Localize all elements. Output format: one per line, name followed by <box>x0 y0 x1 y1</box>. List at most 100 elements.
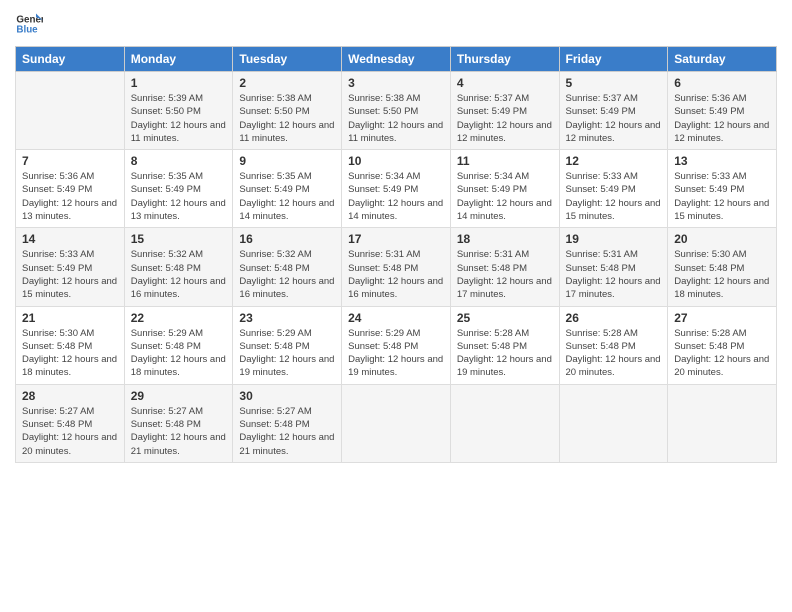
day-info: Sunrise: 5:36 AM Sunset: 5:49 PM Dayligh… <box>674 92 770 145</box>
day-number: 22 <box>131 311 227 325</box>
calendar-cell: 17 Sunrise: 5:31 AM Sunset: 5:48 PM Dayli… <box>342 228 451 306</box>
calendar-header-row: SundayMondayTuesdayWednesdayThursdayFrid… <box>16 47 777 72</box>
day-number: 9 <box>239 154 335 168</box>
header-wednesday: Wednesday <box>342 47 451 72</box>
day-info: Sunrise: 5:32 AM Sunset: 5:48 PM Dayligh… <box>131 248 227 301</box>
calendar-cell <box>342 384 451 462</box>
day-number: 10 <box>348 154 444 168</box>
logo-icon: General Blue <box>15 10 43 38</box>
header-sunday: Sunday <box>16 47 125 72</box>
day-number: 3 <box>348 76 444 90</box>
calendar-cell <box>559 384 668 462</box>
calendar-cell <box>668 384 777 462</box>
day-info: Sunrise: 5:31 AM Sunset: 5:48 PM Dayligh… <box>348 248 444 301</box>
page-header: General Blue <box>15 10 777 38</box>
logo: General Blue <box>15 10 43 38</box>
calendar-cell: 9 Sunrise: 5:35 AM Sunset: 5:49 PM Daylig… <box>233 150 342 228</box>
day-info: Sunrise: 5:27 AM Sunset: 5:48 PM Dayligh… <box>239 405 335 458</box>
calendar-cell: 6 Sunrise: 5:36 AM Sunset: 5:49 PM Daylig… <box>668 72 777 150</box>
day-info: Sunrise: 5:28 AM Sunset: 5:48 PM Dayligh… <box>566 327 662 380</box>
day-info: Sunrise: 5:34 AM Sunset: 5:49 PM Dayligh… <box>457 170 553 223</box>
day-info: Sunrise: 5:37 AM Sunset: 5:49 PM Dayligh… <box>457 92 553 145</box>
calendar-cell: 18 Sunrise: 5:31 AM Sunset: 5:48 PM Dayli… <box>450 228 559 306</box>
day-info: Sunrise: 5:30 AM Sunset: 5:48 PM Dayligh… <box>674 248 770 301</box>
day-number: 27 <box>674 311 770 325</box>
calendar-cell: 12 Sunrise: 5:33 AM Sunset: 5:49 PM Dayli… <box>559 150 668 228</box>
day-info: Sunrise: 5:30 AM Sunset: 5:48 PM Dayligh… <box>22 327 118 380</box>
calendar-cell: 5Sunrise: 5:37 AM Sunset: 5:49 PM Daylig… <box>559 72 668 150</box>
day-number: 30 <box>239 389 335 403</box>
day-number: 17 <box>348 232 444 246</box>
day-number: 25 <box>457 311 553 325</box>
day-info: Sunrise: 5:29 AM Sunset: 5:48 PM Dayligh… <box>239 327 335 380</box>
calendar-cell: 22 Sunrise: 5:29 AM Sunset: 5:48 PM Dayli… <box>124 306 233 384</box>
calendar-cell: 20 Sunrise: 5:30 AM Sunset: 5:48 PM Dayli… <box>668 228 777 306</box>
calendar-week-row: 28 Sunrise: 5:27 AM Sunset: 5:48 PM Dayli… <box>16 384 777 462</box>
day-number: 11 <box>457 154 553 168</box>
calendar-cell: 16 Sunrise: 5:32 AM Sunset: 5:48 PM Dayli… <box>233 228 342 306</box>
day-number: 8 <box>131 154 227 168</box>
calendar-week-row: 1 Sunrise: 5:39 AM Sunset: 5:50 PM Daylig… <box>16 72 777 150</box>
calendar-cell: 25 Sunrise: 5:28 AM Sunset: 5:48 PM Dayli… <box>450 306 559 384</box>
calendar-table: SundayMondayTuesdayWednesdayThursdayFrid… <box>15 46 777 463</box>
day-info: Sunrise: 5:31 AM Sunset: 5:48 PM Dayligh… <box>566 248 662 301</box>
day-number: 2 <box>239 76 335 90</box>
day-number: 19 <box>566 232 662 246</box>
calendar-cell: 30 Sunrise: 5:27 AM Sunset: 5:48 PM Dayli… <box>233 384 342 462</box>
day-number: 13 <box>674 154 770 168</box>
day-info: Sunrise: 5:32 AM Sunset: 5:48 PM Dayligh… <box>239 248 335 301</box>
day-number: 1 <box>131 76 227 90</box>
day-number: 6 <box>674 76 770 90</box>
calendar-cell: 24Sunrise: 5:29 AM Sunset: 5:48 PM Dayli… <box>342 306 451 384</box>
day-number: 24 <box>348 311 444 325</box>
day-info: Sunrise: 5:39 AM Sunset: 5:50 PM Dayligh… <box>131 92 227 145</box>
day-info: Sunrise: 5:28 AM Sunset: 5:48 PM Dayligh… <box>457 327 553 380</box>
day-info: Sunrise: 5:36 AM Sunset: 5:49 PM Dayligh… <box>22 170 118 223</box>
day-info: Sunrise: 5:38 AM Sunset: 5:50 PM Dayligh… <box>348 92 444 145</box>
day-number: 28 <box>22 389 118 403</box>
day-info: Sunrise: 5:29 AM Sunset: 5:48 PM Dayligh… <box>131 327 227 380</box>
calendar-cell: 13Sunrise: 5:33 AM Sunset: 5:49 PM Dayli… <box>668 150 777 228</box>
day-number: 21 <box>22 311 118 325</box>
day-number: 18 <box>457 232 553 246</box>
calendar-cell <box>16 72 125 150</box>
calendar-cell: 3 Sunrise: 5:38 AM Sunset: 5:50 PM Daylig… <box>342 72 451 150</box>
svg-text:Blue: Blue <box>16 24 38 35</box>
day-info: Sunrise: 5:31 AM Sunset: 5:48 PM Dayligh… <box>457 248 553 301</box>
calendar-cell: 10Sunrise: 5:34 AM Sunset: 5:49 PM Dayli… <box>342 150 451 228</box>
day-number: 23 <box>239 311 335 325</box>
day-number: 29 <box>131 389 227 403</box>
day-number: 4 <box>457 76 553 90</box>
day-info: Sunrise: 5:27 AM Sunset: 5:48 PM Dayligh… <box>131 405 227 458</box>
day-info: Sunrise: 5:33 AM Sunset: 5:49 PM Dayligh… <box>566 170 662 223</box>
calendar-cell: 11 Sunrise: 5:34 AM Sunset: 5:49 PM Dayli… <box>450 150 559 228</box>
day-number: 5 <box>566 76 662 90</box>
header-monday: Monday <box>124 47 233 72</box>
calendar-cell: 15 Sunrise: 5:32 AM Sunset: 5:48 PM Dayli… <box>124 228 233 306</box>
calendar-cell: 19 Sunrise: 5:31 AM Sunset: 5:48 PM Dayli… <box>559 228 668 306</box>
day-info: Sunrise: 5:35 AM Sunset: 5:49 PM Dayligh… <box>239 170 335 223</box>
header-thursday: Thursday <box>450 47 559 72</box>
calendar-cell: 21 Sunrise: 5:30 AM Sunset: 5:48 PM Dayli… <box>16 306 125 384</box>
calendar-cell: 29 Sunrise: 5:27 AM Sunset: 5:48 PM Dayli… <box>124 384 233 462</box>
header-saturday: Saturday <box>668 47 777 72</box>
calendar-cell <box>450 384 559 462</box>
calendar-cell: 7Sunrise: 5:36 AM Sunset: 5:49 PM Daylig… <box>16 150 125 228</box>
calendar-cell: 1 Sunrise: 5:39 AM Sunset: 5:50 PM Daylig… <box>124 72 233 150</box>
calendar-cell: 14Sunrise: 5:33 AM Sunset: 5:49 PM Dayli… <box>16 228 125 306</box>
day-number: 12 <box>566 154 662 168</box>
day-info: Sunrise: 5:33 AM Sunset: 5:49 PM Dayligh… <box>22 248 118 301</box>
day-info: Sunrise: 5:28 AM Sunset: 5:48 PM Dayligh… <box>674 327 770 380</box>
calendar-cell: 28Sunrise: 5:27 AM Sunset: 5:48 PM Dayli… <box>16 384 125 462</box>
day-number: 16 <box>239 232 335 246</box>
calendar-cell: 8 Sunrise: 5:35 AM Sunset: 5:49 PM Daylig… <box>124 150 233 228</box>
day-info: Sunrise: 5:35 AM Sunset: 5:49 PM Dayligh… <box>131 170 227 223</box>
calendar-cell: 23 Sunrise: 5:29 AM Sunset: 5:48 PM Dayli… <box>233 306 342 384</box>
calendar-cell: 4 Sunrise: 5:37 AM Sunset: 5:49 PM Daylig… <box>450 72 559 150</box>
day-number: 26 <box>566 311 662 325</box>
day-number: 15 <box>131 232 227 246</box>
calendar-week-row: 21 Sunrise: 5:30 AM Sunset: 5:48 PM Dayli… <box>16 306 777 384</box>
day-number: 20 <box>674 232 770 246</box>
header-friday: Friday <box>559 47 668 72</box>
day-info: Sunrise: 5:38 AM Sunset: 5:50 PM Dayligh… <box>239 92 335 145</box>
